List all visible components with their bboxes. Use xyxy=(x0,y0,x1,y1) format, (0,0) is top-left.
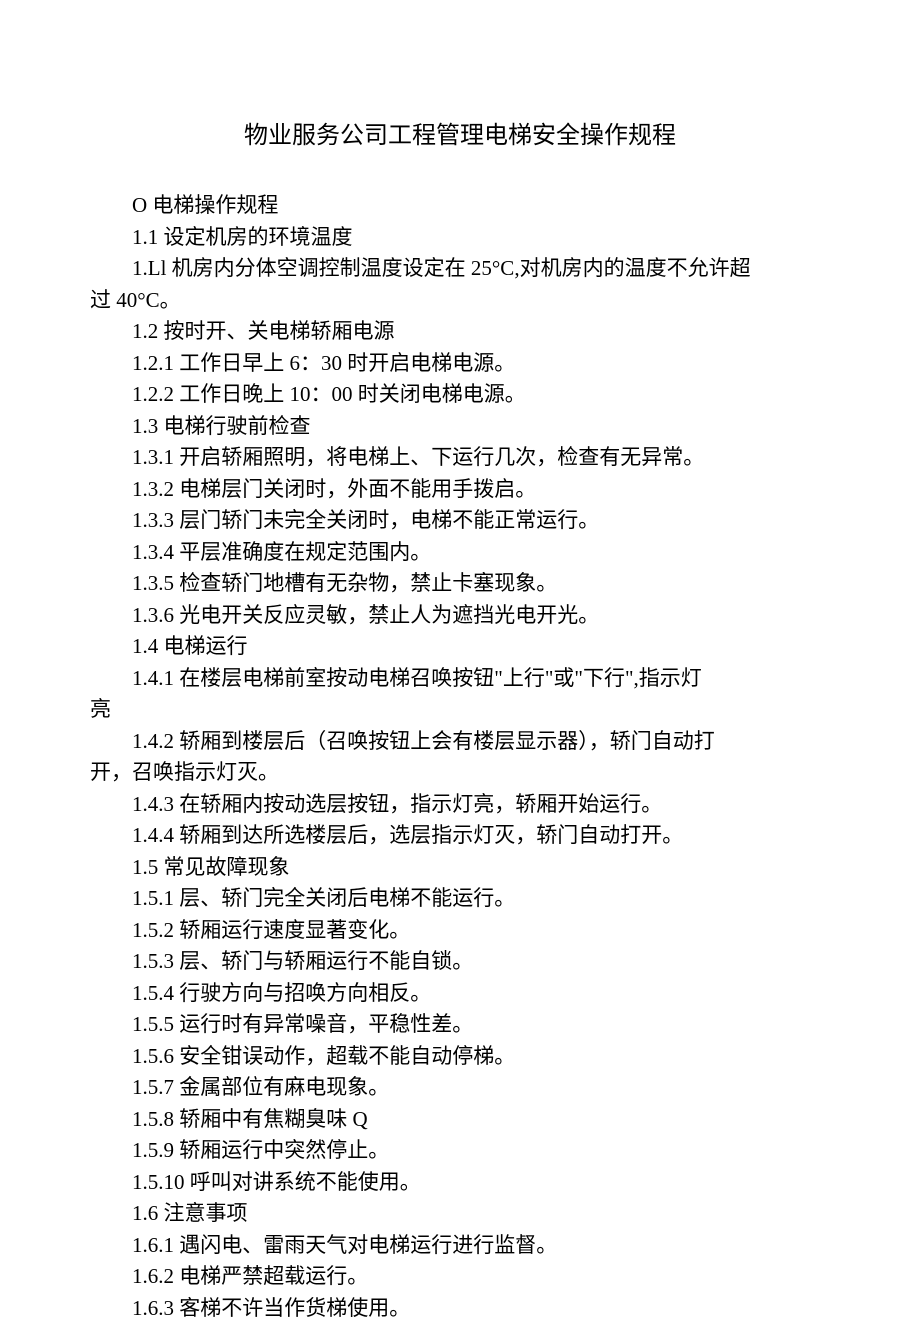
content-line: 1.6 注意事项 xyxy=(90,1198,830,1230)
content-line: 1.5.1 层、轿门完全关闭后电梯不能运行。 xyxy=(90,883,830,915)
content-line: 1.5.3 层、轿门与轿厢运行不能自锁。 xyxy=(90,946,830,978)
content-line: 1.2 按时开、关电梯轿厢电源 xyxy=(90,316,830,348)
content-line: 1.2.1 工作日早上 6：30 时开启电梯电源。 xyxy=(90,348,830,380)
content-line: 1.1 设定机房的环境温度 xyxy=(90,222,830,254)
content-line: 1.6.3 客梯不许当作货梯使用。 xyxy=(90,1293,830,1324)
content-line: 1.4.4 轿厢到达所选楼层后，选层指示灯灭，轿门自动打开。 xyxy=(90,820,830,852)
document-title: 物业服务公司工程管理电梯安全操作规程 xyxy=(90,115,830,150)
content-line: 1.4 电梯运行 xyxy=(90,631,830,663)
content-line: 1.3.3 层门轿门未完全关闭时，电梯不能正常运行。 xyxy=(90,505,830,537)
content-line: 1.4.2 轿厢到楼层后（召唤按钮上会有楼层显示器），轿门自动打 xyxy=(90,726,830,758)
content-line: 1.5.2 轿厢运行速度显著变化。 xyxy=(90,915,830,947)
content-line: 1.Ll 机房内分体空调控制温度设定在 25°C,对机房内的温度不允许超 xyxy=(90,253,830,285)
content-line: 1.5.7 金属部位有麻电现象。 xyxy=(90,1072,830,1104)
content-line: O 电梯操作规程 xyxy=(90,190,830,222)
content-line: 1.3.5 检查轿门地槽有无杂物，禁止卡塞现象。 xyxy=(90,568,830,600)
content-line: 1.4.3 在轿厢内按动选层按钮，指示灯亮，轿厢开始运行。 xyxy=(90,789,830,821)
content-line: 亮 xyxy=(90,694,830,726)
content-line: 1.2.2 工作日晚上 10：00 时关闭电梯电源。 xyxy=(90,379,830,411)
content-line: 1.6.1 遇闪电、雷雨天气对电梯运行进行监督。 xyxy=(90,1230,830,1262)
content-line: 1.5.6 安全钳误动作，超载不能自动停梯。 xyxy=(90,1041,830,1073)
content-line: 1.5 常见故障现象 xyxy=(90,852,830,884)
content-line: 开，召唤指示灯灭。 xyxy=(90,757,830,789)
content-line: 1.3 电梯行驶前检查 xyxy=(90,411,830,443)
content-line: 1.3.1 开启轿厢照明，将电梯上、下运行几次，检查有无异常。 xyxy=(90,442,830,474)
content-line: 1.5.10 呼叫对讲系统不能使用。 xyxy=(90,1167,830,1199)
content-line: 1.3.4 平层准确度在规定范围内。 xyxy=(90,537,830,569)
content-line: 1.4.1 在楼层电梯前室按动电梯召唤按钮"上行"或"下行",指示灯 xyxy=(90,663,830,695)
content-line: 1.5.9 轿厢运行中突然停止。 xyxy=(90,1135,830,1167)
content-line: 1.3.2 电梯层门关闭时，外面不能用手拨启。 xyxy=(90,474,830,506)
content-line: 1.3.6 光电开关反应灵敏，禁止人为遮挡光电开光。 xyxy=(90,600,830,632)
content-line: 1.5.4 行驶方向与招唤方向相反。 xyxy=(90,978,830,1010)
content-line: 过 40°C。 xyxy=(90,285,830,317)
document-content: O 电梯操作规程 1.1 设定机房的环境温度 1.Ll 机房内分体空调控制温度设… xyxy=(90,190,830,1324)
content-line: 1.5.5 运行时有异常噪音，平稳性差。 xyxy=(90,1009,830,1041)
content-line: 1.6.2 电梯严禁超载运行。 xyxy=(90,1261,830,1293)
content-line: 1.5.8 轿厢中有焦糊臭味 Q xyxy=(90,1104,830,1136)
